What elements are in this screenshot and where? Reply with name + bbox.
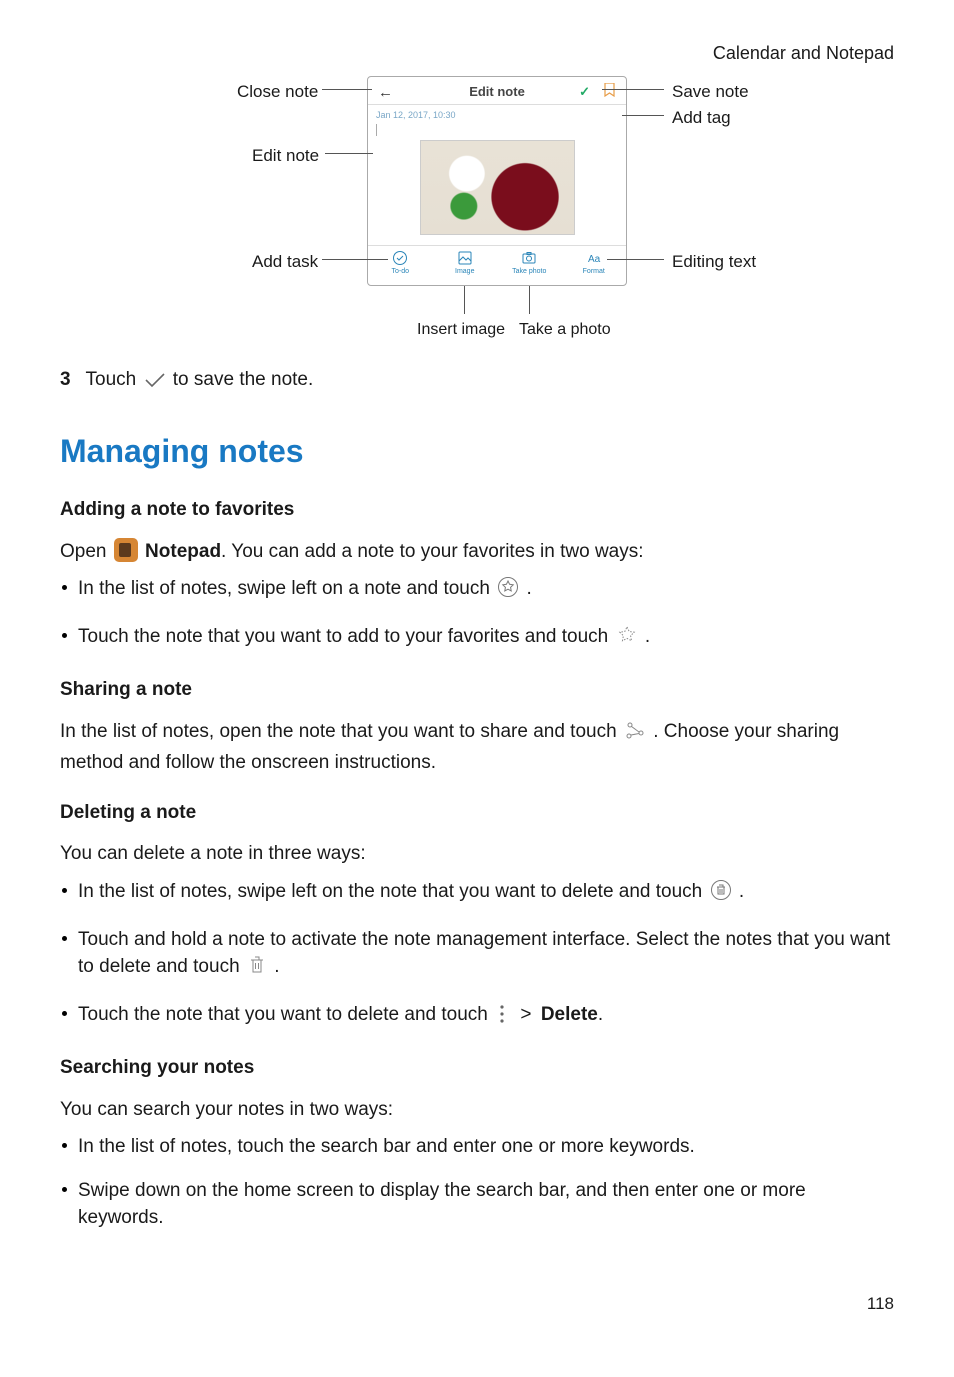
phone-mock: ← Edit note ✓ Jan 12, 2017, 10:30 To-do …	[367, 76, 627, 286]
step-number: 3	[60, 369, 71, 390]
label-add-tag: Add tag	[672, 106, 731, 131]
favorites-heading: Adding a note to favorites	[60, 496, 894, 524]
list-item: In the list of notes, swipe left on the …	[62, 878, 894, 910]
label-add-task: Add task	[252, 250, 318, 275]
more-dots-icon	[495, 1004, 509, 1033]
del-b3-gt: >	[520, 1004, 531, 1025]
image-tool[interactable]: Image	[433, 246, 498, 285]
edit-note-diagram: ← Edit note ✓ Jan 12, 2017, 10:30 To-do …	[127, 76, 827, 346]
del-b3-bold: Delete	[541, 1004, 598, 1025]
fav-b1-before: In the list of notes, swipe left on a no…	[78, 578, 495, 599]
note-inline-image	[420, 140, 575, 235]
del-b2-before: Touch and hold a note to activate the no…	[78, 929, 890, 978]
del-b3-after: .	[598, 1004, 603, 1025]
deleting-heading: Deleting a note	[60, 799, 894, 827]
list-item: Touch the note that you want to add to y…	[62, 623, 894, 655]
star-outline-icon	[616, 624, 638, 655]
take-photo-label: Take photo	[512, 268, 546, 275]
back-arrow-icon[interactable]: ←	[378, 82, 393, 104]
label-edit-note-left: Edit note	[252, 144, 319, 169]
searching-list: In the list of notes, touch the search b…	[60, 1133, 894, 1232]
label-take-a-photo: Take a photo	[519, 318, 611, 341]
notepad-app-name: Notepad	[145, 541, 221, 562]
star-circle-icon	[497, 576, 519, 607]
breadcrumb: Calendar and Notepad	[60, 40, 894, 66]
del-b3-before: Touch the note that you want to delete a…	[78, 1004, 493, 1025]
favorites-list: In the list of notes, swipe left on a no…	[60, 575, 894, 654]
todo-tool[interactable]: To-do	[368, 246, 433, 285]
step-text-after: to save the note.	[173, 369, 314, 390]
list-item: Touch and hold a note to activate the no…	[62, 926, 894, 985]
checkmark-icon	[144, 370, 166, 398]
trash-icon	[247, 954, 267, 985]
label-insert-image: Insert image	[417, 318, 505, 341]
phone-timestamp: Jan 12, 2017, 10:30	[368, 105, 626, 122]
del-b2-after: .	[274, 956, 279, 977]
take-photo-tool[interactable]: Take photo	[497, 246, 562, 285]
fav-b2-before: Touch the note that you want to add to y…	[78, 626, 614, 647]
format-tool[interactable]: Aa Format	[562, 246, 627, 285]
label-close-note: Close note	[237, 80, 318, 105]
deleting-intro: You can delete a note in three ways:	[60, 840, 894, 868]
notepad-app-icon	[114, 538, 138, 562]
list-item: In the list of notes, touch the search b…	[62, 1133, 894, 1161]
list-item: Swipe down on the home screen to display…	[62, 1177, 894, 1232]
sharing-text: In the list of notes, open the note that…	[60, 718, 894, 777]
del-b1-before: In the list of notes, swipe left on the …	[78, 881, 708, 902]
del-b1-after: .	[739, 881, 744, 902]
searching-intro: You can search your notes in two ways:	[60, 1096, 894, 1124]
bookmark-icon[interactable]	[604, 83, 616, 103]
favorites-open-after: . You can add a note to your favorites i…	[221, 541, 643, 562]
svg-text:Aa: Aa	[588, 254, 601, 265]
save-check-icon[interactable]: ✓	[579, 83, 590, 102]
share-icon	[624, 721, 646, 750]
fav-b1-after: .	[527, 578, 532, 599]
phone-title: Edit note	[469, 83, 525, 102]
label-save-note: Save note	[672, 80, 749, 105]
favorites-open-before: Open	[60, 541, 112, 562]
image-label: Image	[455, 268, 474, 275]
todo-label: To-do	[391, 268, 409, 275]
format-label: Format	[583, 268, 605, 275]
deleting-list: In the list of notes, swipe left on the …	[60, 878, 894, 1032]
section-heading: Managing notes	[60, 428, 894, 474]
sharing-heading: Sharing a note	[60, 676, 894, 704]
fav-b2-after: .	[645, 626, 650, 647]
phone-toolbar: To-do Image Take photo Aa Format	[368, 245, 626, 285]
list-item: Touch the note that you want to delete a…	[62, 1001, 894, 1033]
page-number: 118	[60, 1292, 894, 1317]
share-before: In the list of notes, open the note that…	[60, 721, 622, 742]
favorites-open-line: Open Notepad. You can add a note to your…	[60, 538, 894, 566]
text-cursor	[376, 124, 377, 136]
step-text-before: Touch	[86, 369, 142, 390]
searching-heading: Searching your notes	[60, 1054, 894, 1082]
label-editing-text: Editing text	[672, 250, 756, 275]
step-3: 3 Touch to save the note.	[60, 366, 894, 398]
trash-circle-icon	[710, 879, 732, 910]
phone-topbar: ← Edit note ✓	[368, 77, 626, 105]
list-item: In the list of notes, swipe left on a no…	[62, 575, 894, 607]
